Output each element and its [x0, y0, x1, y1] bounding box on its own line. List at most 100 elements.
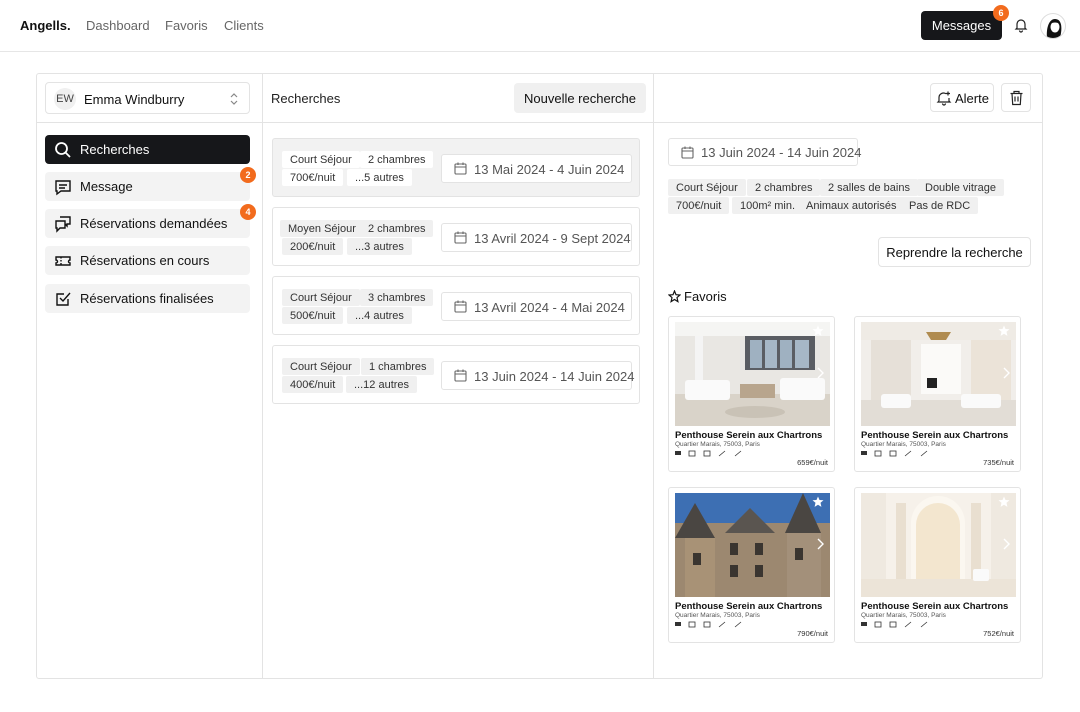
calendar-icon [454, 300, 467, 313]
criteria-chip: Pas de RDC [901, 197, 979, 214]
star-icon[interactable] [812, 325, 824, 337]
sidebar-item-label: Réservations demandées [80, 216, 228, 231]
column-divider [653, 74, 654, 678]
date-range-field[interactable]: 13 Avril 2024 - 9 Sept 2024 [441, 223, 632, 252]
reservations-count-badge: 4 [240, 204, 256, 220]
search-card[interactable]: Court Séjour 1 chambres 400€/nuit ...12 … [272, 345, 640, 404]
chevron-right-icon[interactable] [816, 538, 824, 550]
chevron-updown-icon [230, 93, 238, 105]
rooms-chip: 2 chambres [360, 151, 434, 168]
sidebar-item-label: Message [80, 179, 133, 194]
date-range-field[interactable]: 13 Mai 2024 - 4 Juin 2024 [441, 154, 632, 183]
price-chip: 500€/nuit [282, 307, 344, 324]
date-range-field[interactable]: 13 Juin 2024 - 14 Juin 2024 [668, 138, 861, 166]
favorite-card[interactable]: Penthouse Serein aux Chartrons Quartier … [668, 316, 835, 472]
property-price: 790€/nuit [797, 629, 828, 638]
nav-link-favoris[interactable]: Favoris [165, 18, 208, 33]
favorite-card[interactable]: Penthouse Serein aux Chartrons Quartier … [854, 487, 1021, 643]
amenities-icons [861, 450, 928, 457]
property-price: 752€/nuit [983, 629, 1014, 638]
user-selector[interactable]: EW Emma Windburry [45, 82, 250, 114]
criteria-chip: Double vitrage [917, 179, 1004, 196]
sidebar-item-message[interactable]: Message [45, 172, 250, 201]
price-chip: 200€/nuit [282, 238, 344, 255]
date-range-field[interactable]: 13 Juin 2024 - 14 Juin 2024 [441, 361, 635, 390]
top-navbar: Angells. Dashboard Favoris Clients Messa… [0, 0, 1080, 52]
more-chip: ...4 autres [347, 307, 412, 324]
sidebar-item-reservations-finalisees[interactable]: Réservations finalisées [45, 284, 250, 313]
bell-plus-icon [936, 91, 952, 106]
search-card[interactable]: Court Séjour 2 chambres 700€/nuit ...5 a… [272, 138, 640, 197]
search-card[interactable]: Moyen Séjour 2 chambres 200€/nuit ...3 a… [272, 207, 640, 266]
property-name: Penthouse Serein aux Chartrons [861, 430, 1009, 441]
messages-count-badge: 6 [993, 5, 1009, 21]
amenities-icons [861, 621, 928, 628]
calendar-icon [681, 146, 694, 159]
chevron-right-icon[interactable] [816, 367, 824, 379]
property-address: Quartier Marais, 75003, Paris [861, 441, 946, 448]
column-divider [262, 74, 263, 678]
user-name: Emma Windburry [84, 92, 185, 107]
date-range-text: 13 Juin 2024 - 14 Juin 2024 [474, 369, 635, 384]
trash-icon [1010, 90, 1023, 106]
user-avatar[interactable] [1040, 13, 1066, 39]
duration-chip: Court Séjour [282, 151, 360, 168]
date-range-text: 13 Avril 2024 - 4 Mai 2024 [474, 300, 625, 315]
property-address: Quartier Marais, 75003, Paris [861, 612, 946, 619]
sidebar-item-label: Réservations finalisées [80, 291, 214, 306]
duration-chip: Moyen Séjour [280, 220, 364, 237]
sidebar-item-reservations-en-cours[interactable]: Réservations en cours [45, 246, 250, 275]
resume-search-button[interactable]: Reprendre la recherche [878, 237, 1031, 267]
sidebar-item-reservations-demandees[interactable]: Réservations demandées [45, 209, 250, 238]
property-photo [861, 493, 1016, 597]
star-icon[interactable] [812, 496, 824, 508]
user-initials: EW [54, 88, 76, 110]
rooms-chip: 1 chambres [361, 358, 435, 375]
more-chip: ...12 autres [346, 376, 418, 393]
criteria-chip: 700€/nuit [668, 197, 730, 214]
criteria-chip: Court Séjour [668, 179, 746, 196]
messages-button[interactable]: Messages [921, 11, 1002, 40]
property-name: Penthouse Serein aux Chartrons [675, 601, 823, 612]
favorite-card[interactable]: Penthouse Serein aux Chartrons Quartier … [668, 487, 835, 643]
more-chip: ...5 autres [347, 169, 412, 186]
new-search-button[interactable]: Nouvelle recherche [514, 83, 646, 113]
amenities-icons [675, 621, 742, 628]
property-name: Penthouse Serein aux Chartrons [861, 601, 1009, 612]
delete-button[interactable] [1001, 83, 1031, 112]
sidebar-item-label: Réservations en cours [80, 253, 210, 268]
property-price: 659€/nuit [797, 458, 828, 467]
calendar-icon [454, 231, 467, 244]
ticket-icon [55, 256, 71, 266]
message-count-badge: 2 [240, 167, 256, 183]
search-card[interactable]: Court Séjour 3 chambres 500€/nuit ...4 a… [272, 276, 640, 335]
chevron-right-icon[interactable] [1002, 367, 1010, 379]
nav-link-clients[interactable]: Clients [224, 18, 264, 33]
property-photo [675, 322, 830, 426]
favorite-card[interactable]: Penthouse Serein aux Chartrons Quartier … [854, 316, 1021, 472]
bell-icon[interactable] [1013, 17, 1029, 33]
price-chip: 700€/nuit [282, 169, 344, 186]
date-range-field[interactable]: 13 Avril 2024 - 4 Mai 2024 [441, 292, 632, 321]
sidebar-item-recherches[interactable]: Recherches [45, 135, 250, 164]
calendar-icon [454, 369, 467, 382]
rooms-chip: 2 chambres [360, 220, 434, 237]
alert-button[interactable]: Alerte [930, 83, 994, 112]
favorites-title: Favoris [684, 289, 727, 304]
star-icon [668, 290, 681, 303]
duration-chip: Court Séjour [282, 289, 360, 306]
alert-label: Alerte [955, 91, 989, 106]
amenities-icons [675, 450, 742, 457]
star-icon[interactable] [998, 325, 1010, 337]
header-divider [37, 122, 1042, 123]
date-range-text: 13 Avril 2024 - 9 Sept 2024 [474, 231, 631, 246]
rooms-chip: 3 chambres [360, 289, 434, 306]
price-chip: 400€/nuit [282, 376, 344, 393]
brand-logo[interactable]: Angells. [20, 18, 71, 33]
nav-link-dashboard[interactable]: Dashboard [86, 18, 150, 33]
star-icon[interactable] [998, 496, 1010, 508]
chevron-right-icon[interactable] [1002, 538, 1010, 550]
criteria-chip: 2 chambres [747, 179, 821, 196]
checkbox-icon [56, 292, 71, 306]
date-range-text: 13 Mai 2024 - 4 Juin 2024 [474, 162, 625, 177]
